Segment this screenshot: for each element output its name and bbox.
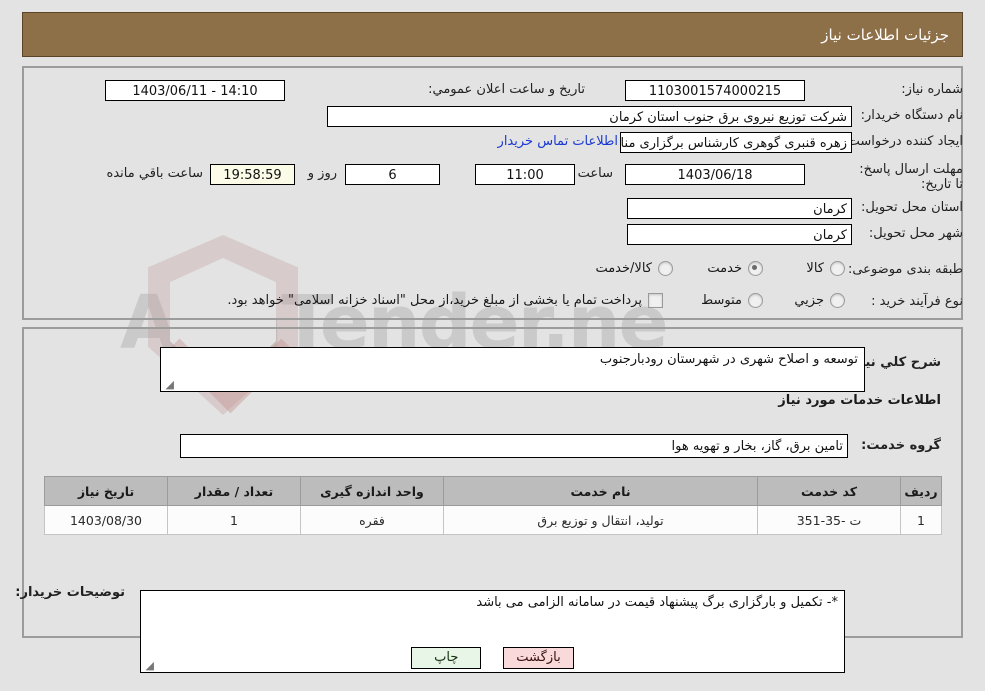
response-deadline-time-label: ساعت xyxy=(577,166,613,181)
response-deadline-label: مهلت ارسال پاسخ: تا تاریخ: xyxy=(859,162,963,192)
action-button-bar: بازگشت چاپ xyxy=(0,647,985,669)
delivery-province-label: استان محل تحویل: xyxy=(861,200,963,215)
category-goods-radio-icon[interactable] xyxy=(830,261,845,276)
category-option-service[interactable]: خدمت xyxy=(707,261,763,280)
category-option-goods-service[interactable]: کالا/خدمت xyxy=(595,261,673,280)
column-header-index: ردیف xyxy=(900,476,942,506)
page-header: جزئیات اطلاعات نیاز xyxy=(22,12,963,57)
service-group-value: تامین برق، گاز، بخار و تهویه هوا xyxy=(180,434,848,458)
column-header-quantity: تعداد / مقدار xyxy=(167,476,301,506)
category-goods-service-label: کالا/خدمت xyxy=(595,261,652,276)
buyer-org-value: شرکت توزیع نیروی برق جنوب استان کرمان xyxy=(327,106,852,127)
category-goods-label: کالا xyxy=(806,261,824,276)
cell-index: 1 xyxy=(900,505,942,535)
service-group-label: گروه خدمت: xyxy=(861,438,941,453)
cell-service-name: تولید، انتقال و توزیع برق xyxy=(443,505,758,535)
delivery-city-label: شهر محل تحویل: xyxy=(868,226,963,241)
table-row[interactable]: 1 ت -35-351 تولید، انتقال و توزیع برق فق… xyxy=(44,505,942,535)
response-deadline-time: 11:00 xyxy=(475,164,575,185)
category-service-label: خدمت xyxy=(707,261,742,276)
request-creator-label: ایجاد کننده درخواست: xyxy=(843,134,963,149)
cell-service-code: ت -35-351 xyxy=(757,505,901,535)
category-goods-service-radio-icon[interactable] xyxy=(658,261,673,276)
purchase-type-minor-label: جزیي xyxy=(794,293,824,308)
need-number-label: شماره نیاز: xyxy=(901,82,963,97)
purchase-type-label: نوع فرآیند خرید : xyxy=(871,294,963,309)
back-button[interactable]: بازگشت xyxy=(503,647,574,669)
purchase-type-option-minor[interactable]: جزیي xyxy=(794,293,845,312)
remaining-days-value: 6 xyxy=(345,164,440,185)
request-creator-value: زهره قنبری گوهری کارشناس برگزاری مناقصات… xyxy=(620,132,852,153)
announcement-datetime-label: تاریخ و ساعت اعلان عمومي: xyxy=(428,82,585,97)
cell-need-date: 1403/08/30 xyxy=(44,505,168,535)
announcement-datetime-value: 14:10 - 1403/06/11 xyxy=(105,80,285,101)
page-title: جزئیات اطلاعات نیاز xyxy=(821,25,949,44)
category-option-goods[interactable]: کالا xyxy=(806,261,845,280)
category-service-radio-icon[interactable] xyxy=(748,261,763,276)
column-header-need-date: تاریخ نیاز xyxy=(44,476,168,506)
need-number-value: 1103001574000215 xyxy=(625,80,805,101)
column-header-name: نام خدمت xyxy=(443,476,758,506)
need-summary-panel xyxy=(22,66,963,320)
remaining-days-label: روز و xyxy=(307,166,337,181)
countdown-label: ساعت باقي مانده xyxy=(106,166,203,181)
purchase-type-medium-radio-icon[interactable] xyxy=(748,293,763,308)
category-label: طبقه بندی موضوعی: xyxy=(847,262,963,277)
delivery-city-value: کرمان xyxy=(627,224,852,245)
response-deadline-date: 1403/06/18 xyxy=(625,164,805,185)
delivery-province-value: کرمان xyxy=(627,198,852,219)
print-button[interactable]: چاپ xyxy=(411,647,482,669)
buyer-contact-link[interactable]: اطلاعات تماس خریدار xyxy=(498,134,618,149)
column-header-code: کد خدمت xyxy=(757,476,901,506)
treasury-bonds-option[interactable]: پرداخت تمام یا بخشی از مبلغ خرید،از محل … xyxy=(227,293,663,312)
buyer-notes-value: *- تکمیل و بارگزاری برگ پیشنهاد قیمت در … xyxy=(476,595,838,610)
service-items-table: ردیف کد خدمت نام خدمت واحد اندازه گیری ت… xyxy=(44,476,942,535)
services-section-title: اطلاعات خدمات مورد نیاز xyxy=(778,393,941,408)
column-header-unit: واحد اندازه گیری xyxy=(300,476,444,506)
buyer-notes-label: توضیحات خریدار: xyxy=(15,585,125,600)
general-description-textarea[interactable]: توسعه و اصلاح شهری در شهرستان رودبارجنوب… xyxy=(160,347,865,392)
countdown-value: 19:58:59 xyxy=(210,164,295,185)
purchase-type-medium-label: متوسط xyxy=(701,293,742,308)
purchase-type-minor-radio-icon[interactable] xyxy=(830,293,845,308)
purchase-type-option-medium[interactable]: متوسط xyxy=(701,293,763,312)
cell-unit: فقره xyxy=(300,505,444,535)
buyer-org-label: نام دستگاه خریدار: xyxy=(860,108,963,123)
resize-grip-icon[interactable]: ◢ xyxy=(163,379,174,390)
treasury-bonds-checkbox-icon[interactable] xyxy=(648,293,663,308)
general-description-value: توسعه و اصلاح شهری در شهرستان رودبارجنوب xyxy=(599,352,858,367)
treasury-bonds-label: پرداخت تمام یا بخشی از مبلغ خرید،از محل … xyxy=(227,293,642,308)
table-header-row: ردیف کد خدمت نام خدمت واحد اندازه گیری ت… xyxy=(44,476,942,506)
cell-quantity: 1 xyxy=(167,505,301,535)
